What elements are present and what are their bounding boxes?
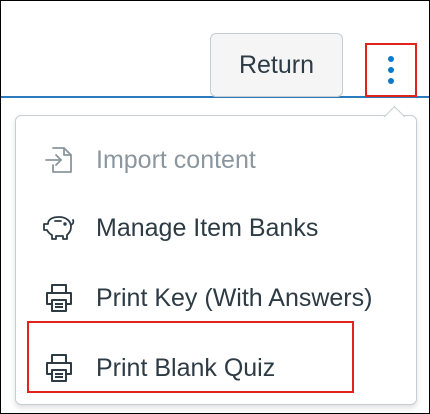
kebab-dot-icon: [388, 56, 394, 62]
import-icon: [42, 143, 76, 177]
screenshot-frame: Return Import content Manage Item Banks …: [0, 0, 430, 414]
menu-item-label: Import content: [96, 145, 256, 174]
kebab-dot-icon: [388, 78, 394, 84]
menu-item-import-content: Import content: [16, 128, 416, 192]
menu-item-label: Print Key (With Answers): [96, 283, 373, 312]
menu-item-print-key[interactable]: Print Key (With Answers): [16, 266, 416, 330]
return-button[interactable]: Return: [210, 33, 343, 97]
menu-item-label: Manage Item Banks: [96, 213, 319, 242]
menu-item-print-blank-quiz[interactable]: Print Blank Quiz: [16, 336, 416, 400]
kebab-dot-icon: [388, 67, 394, 73]
more-options-button[interactable]: [365, 43, 417, 97]
options-menu: Import content Manage Item Banks Print K…: [15, 115, 417, 405]
return-button-label: Return: [238, 50, 315, 79]
menu-item-manage-item-banks[interactable]: Manage Item Banks: [16, 196, 416, 260]
printer-icon: [42, 351, 76, 385]
piggy-bank-icon: [42, 211, 76, 245]
printer-icon: [42, 281, 76, 315]
menu-item-label: Print Blank Quiz: [96, 353, 276, 382]
